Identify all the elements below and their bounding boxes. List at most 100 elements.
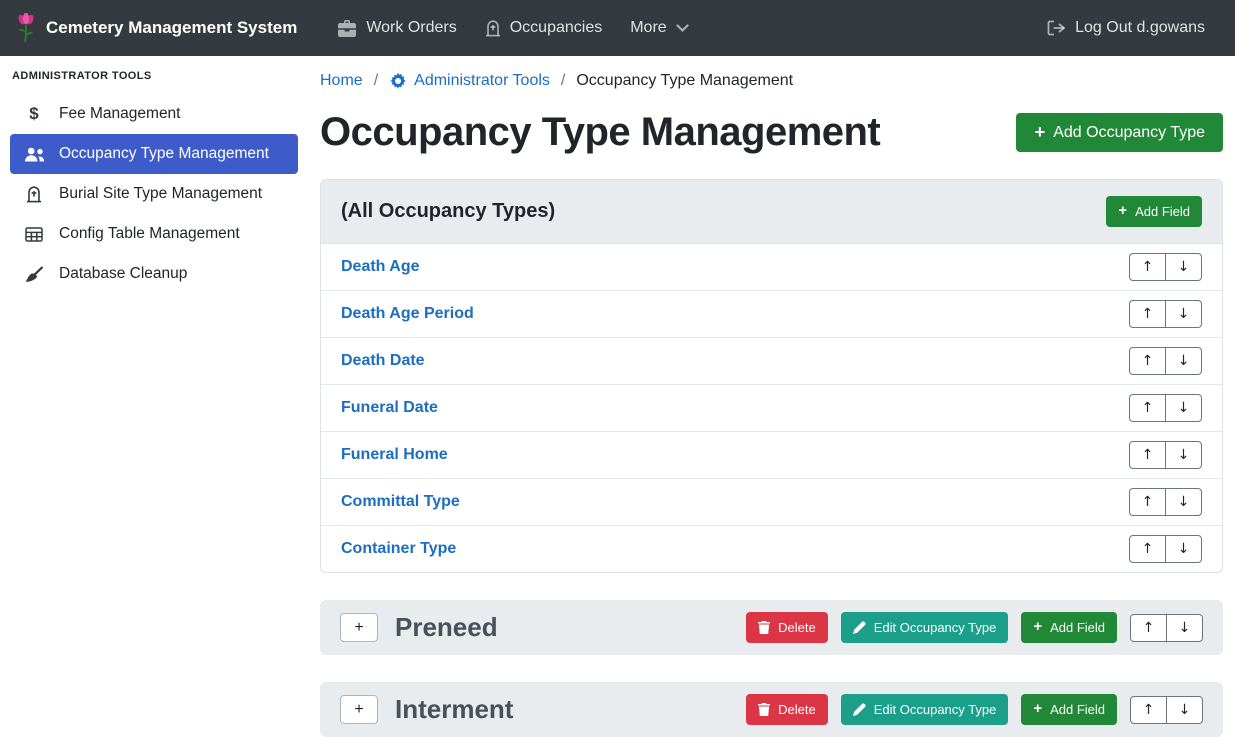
move-up-button[interactable]: ↑ [1130, 696, 1167, 724]
brand[interactable]: Cemetery Management System [16, 13, 297, 43]
move-down-button[interactable]: ↓ [1166, 696, 1203, 724]
breadcrumb-current: Occupancy Type Management [576, 72, 793, 90]
add-occupancy-type-button[interactable]: + Add Occupancy Type [1016, 113, 1223, 151]
reorder-button-group: ↑ ↓ [1129, 347, 1202, 375]
move-up-button[interactable]: ↑ [1129, 300, 1166, 328]
field-row: Committal Type ↑ ↓ [321, 478, 1222, 525]
move-up-button[interactable]: ↑ [1129, 394, 1166, 422]
field-link[interactable]: Death Age Period [341, 300, 474, 328]
brand-title: Cemetery Management System [46, 18, 297, 38]
expand-section-button[interactable]: + [340, 695, 378, 724]
move-up-button[interactable]: ↑ [1129, 347, 1166, 375]
add-field-label: Add Field [1050, 620, 1105, 635]
add-field-label: Add Field [1050, 702, 1105, 717]
plus-icon: + [1034, 123, 1045, 141]
delete-button[interactable]: Delete [746, 694, 828, 725]
reorder-button-group: ↑ ↓ [1129, 253, 1202, 281]
field-link[interactable]: Death Date [341, 347, 425, 375]
move-down-button[interactable]: ↓ [1165, 347, 1202, 375]
delete-label: Delete [778, 702, 816, 717]
move-up-button[interactable]: ↑ [1129, 535, 1166, 563]
logout-label: Log Out d.gowans [1075, 19, 1205, 37]
field-link[interactable]: Committal Type [341, 488, 460, 516]
move-down-button[interactable]: ↓ [1165, 535, 1202, 563]
logout-link[interactable]: Log Out d.gowans [1033, 11, 1219, 45]
add-field-button[interactable]: + Add Field [1106, 196, 1202, 227]
sign-out-icon [1047, 20, 1066, 36]
move-up-button[interactable]: ↑ [1130, 614, 1167, 642]
breadcrumb-admin-link[interactable]: Administrator Tools [389, 72, 550, 90]
work-orders-icon [337, 20, 357, 37]
flower-logo-icon [16, 13, 36, 43]
reorder-button-group: ↑ ↓ [1130, 696, 1203, 724]
nav-work-orders-label: Work Orders [366, 19, 456, 37]
nav-more[interactable]: More [616, 11, 702, 45]
sidebar-item-label: Fee Management [59, 105, 181, 123]
sidebar-item-config-table-management[interactable]: Config Table Management [10, 214, 298, 254]
section-actions: Delete Edit Occupancy Type + Add Field ↑… [746, 694, 1203, 725]
page-title: Occupancy Type Management [320, 110, 880, 155]
move-up-button[interactable]: ↑ [1129, 488, 1166, 516]
move-down-button[interactable]: ↓ [1165, 300, 1202, 328]
nav-work-orders[interactable]: Work Orders [323, 11, 470, 45]
move-down-button[interactable]: ↓ [1165, 394, 1202, 422]
reorder-button-group: ↑ ↓ [1130, 614, 1203, 642]
pencil-icon [853, 703, 866, 716]
sidebar-item-label: Occupancy Type Management [59, 145, 269, 163]
chevron-down-icon [676, 24, 689, 33]
field-link[interactable]: Funeral Date [341, 394, 438, 422]
move-up-button[interactable]: ↑ [1129, 441, 1166, 469]
field-link[interactable]: Funeral Home [341, 441, 448, 469]
add-occupancy-type-label: Add Occupancy Type [1053, 124, 1205, 142]
add-field-label: Add Field [1135, 204, 1190, 219]
trash-icon [758, 703, 770, 716]
dollar-icon: $ [22, 104, 46, 124]
reorder-button-group: ↑ ↓ [1129, 441, 1202, 469]
occupancy-type-section: + Preneed Delete Edit Occupancy Typ [320, 600, 1223, 655]
edit-occupancy-type-label: Edit Occupancy Type [874, 620, 997, 635]
page-layout: ADMINISTRATOR TOOLS $ Fee Management Occ… [0, 56, 1235, 738]
card-title: (All Occupancy Types) [341, 200, 555, 223]
section-title: Preneed [395, 612, 498, 643]
field-link[interactable]: Death Age [341, 253, 420, 281]
add-field-button[interactable]: + Add Field [1021, 694, 1117, 725]
breadcrumb-separator: / [561, 72, 565, 90]
app-root: Cemetery Management System Work Orders [0, 0, 1235, 738]
move-down-button[interactable]: ↓ [1165, 253, 1202, 281]
field-row: Death Age ↑ ↓ [321, 244, 1222, 290]
reorder-button-group: ↑ ↓ [1129, 488, 1202, 516]
sidebar: ADMINISTRATOR TOOLS $ Fee Management Occ… [0, 56, 308, 738]
field-link[interactable]: Container Type [341, 535, 456, 563]
edit-occupancy-type-button[interactable]: Edit Occupancy Type [841, 612, 1009, 643]
add-field-button[interactable]: + Add Field [1021, 612, 1117, 643]
all-occupancy-types-card: (All Occupancy Types) + Add Field Death … [320, 179, 1223, 573]
gear-icon [389, 72, 407, 90]
plus-icon: + [1118, 204, 1127, 219]
nav-occupancies[interactable]: Occupancies [471, 11, 617, 45]
field-row: Death Age Period ↑ ↓ [321, 290, 1222, 337]
breadcrumb: Home / Administrator Tools / Occupancy T… [320, 64, 1223, 90]
reorder-button-group: ↑ ↓ [1129, 394, 1202, 422]
sidebar-item-occupancy-type-management[interactable]: Occupancy Type Management [10, 134, 298, 174]
sidebar-item-fee-management[interactable]: $ Fee Management [10, 94, 298, 134]
delete-button[interactable]: Delete [746, 612, 828, 643]
expand-section-button[interactable]: + [340, 613, 378, 642]
move-down-button[interactable]: ↓ [1165, 488, 1202, 516]
section-title: Interment [395, 694, 513, 725]
move-up-button[interactable]: ↑ [1129, 253, 1166, 281]
breadcrumb-admin-label: Administrator Tools [414, 72, 550, 90]
move-down-button[interactable]: ↓ [1165, 441, 1202, 469]
field-row: Death Date ↑ ↓ [321, 337, 1222, 384]
move-down-button[interactable]: ↓ [1166, 614, 1203, 642]
sidebar-item-burial-site-type-management[interactable]: Burial Site Type Management [10, 174, 298, 214]
edit-occupancy-type-button[interactable]: Edit Occupancy Type [841, 694, 1009, 725]
trash-icon [758, 621, 770, 634]
sidebar-item-label: Burial Site Type Management [59, 185, 262, 203]
occupancy-type-section: + Interment Delete Edit Occupancy T [320, 682, 1223, 737]
field-row: Container Type ↑ ↓ [321, 525, 1222, 572]
sidebar-item-database-cleanup[interactable]: Database Cleanup [10, 254, 298, 294]
section-actions: Delete Edit Occupancy Type + Add Field ↑… [746, 612, 1203, 643]
breadcrumb-home-link[interactable]: Home [320, 72, 363, 90]
plus-icon: + [1033, 702, 1042, 717]
top-navbar: Cemetery Management System Work Orders [0, 0, 1235, 56]
